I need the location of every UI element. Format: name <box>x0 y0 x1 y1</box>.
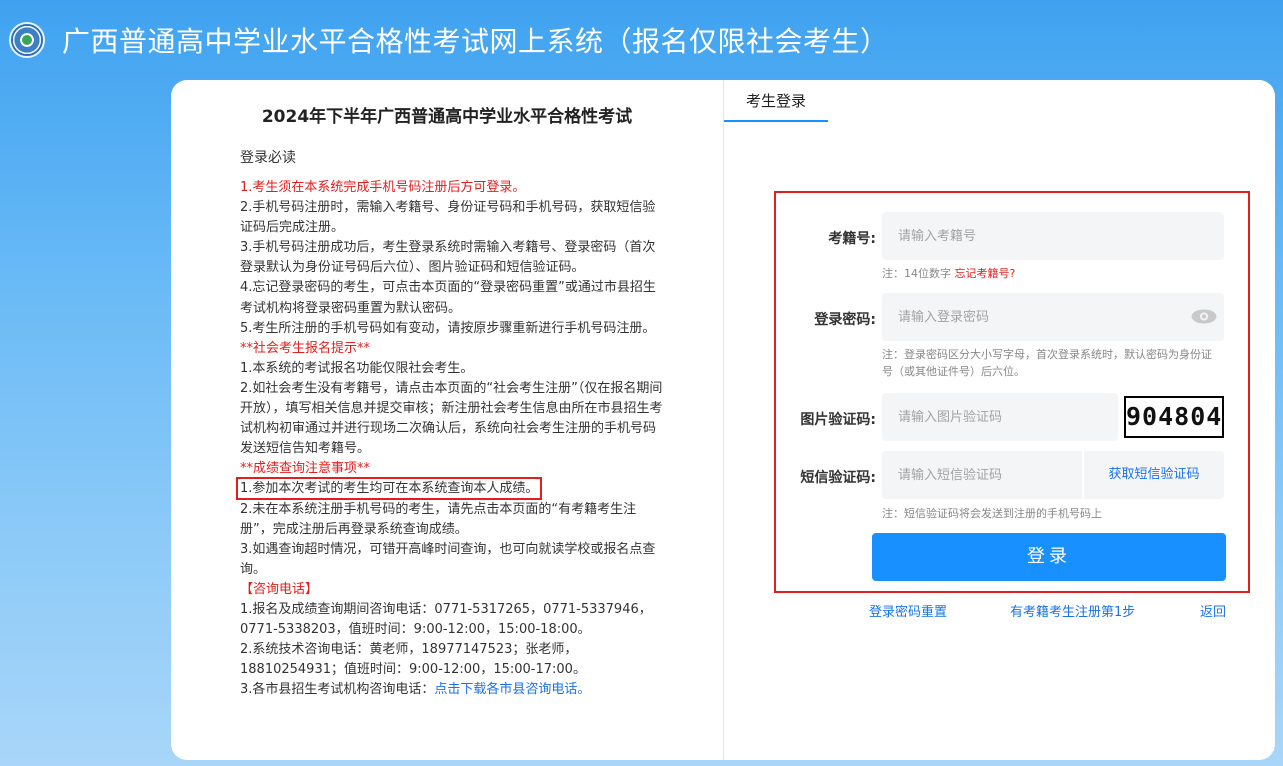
notice-section-heading: **社会考生报名提示** <box>240 340 371 356</box>
forgot-exam-id-link[interactable]: 忘记考籍号? <box>955 267 1016 280</box>
eye-icon[interactable] <box>1191 309 1217 324</box>
notice-line: 2.如社会考生没有考籍号，请点击本页面的“社会考生注册”（仅在报名期间开放），填… <box>240 380 663 457</box>
login-panel: 考生登录 考籍号: 注：14位数字 忘记考籍号? 登录密码: 注：登录密码区分大… <box>724 80 1275 760</box>
back-link[interactable]: 返回 <box>1200 601 1226 620</box>
exam-id-input[interactable] <box>882 212 1224 260</box>
highlight-box: 1.参加本次考试的考生均可在本系统查询本人成绩。 <box>235 477 543 501</box>
notice-line: 3.如遇查询超时情况，可错开高峰时间查询，也可向就读学校或报名点查询。 <box>240 541 656 577</box>
exam-id-hint: 注：14位数字 忘记考籍号? <box>882 265 1015 282</box>
university-logo-icon <box>9 22 45 58</box>
notice-line: 2.未在本系统注册手机号码的考生，请先点击本页面的“有考籍考生注册”，完成注册后… <box>240 501 637 537</box>
sms-input[interactable] <box>882 451 1082 499</box>
register-link[interactable]: 有考籍考生注册第1步 <box>1010 601 1135 620</box>
tab-student-login[interactable]: 考生登录 <box>724 80 828 122</box>
reset-password-link[interactable]: 登录密码重置 <box>869 601 947 620</box>
password-input[interactable] <box>882 293 1224 341</box>
captcha-text: 904804 <box>1126 402 1223 431</box>
exam-id-hint-text: 注：14位数字 <box>882 267 951 280</box>
login-form: 考籍号: 注：14位数字 忘记考籍号? 登录密码: 注：登录密码区分大小写字母，… <box>774 191 1250 593</box>
password-label: 登录密码: <box>814 312 876 328</box>
notice-line: 2.系统技术咨询电话：黄老师，18977147523；张老师，188102549… <box>240 642 586 678</box>
notice-line: 2.手机号码注册时，需输入考籍号、身份证号码和手机号码，获取短信验证码后完成注册… <box>240 200 656 236</box>
main-card: 2024年下半年广西普通高中学业水平合格性考试 登录必读 1.考生须在本系统完成… <box>171 80 1275 760</box>
notice-line: 1.报名及成绩查询期间咨询电话：0771-5317265，0771-533794… <box>240 601 652 638</box>
notice-section-heading: **成绩查询注意事项** <box>240 461 371 477</box>
captcha-input[interactable] <box>882 393 1118 441</box>
notice-line: 4.忘记登录密码的考生，可点击本页面的“登录密码重置”或通过市县招生考试机构将登… <box>240 280 656 316</box>
notice-line: 1.本系统的考试报名功能仅限社会考生。 <box>240 360 474 376</box>
notice-line: 5.考生所注册的手机号码如有变动，请按原步骤重新进行手机号码注册。 <box>240 320 656 336</box>
captcha-label: 图片验证码: <box>800 412 876 428</box>
notice-line: 3.各市县招生考试机构咨询电话：点击下载各市县咨询电话。 <box>240 680 666 700</box>
captcha-image[interactable]: 904804 <box>1124 396 1224 438</box>
site-title: 广西普通高中学业水平合格性考试网上系统（报名仅限社会考生） <box>62 25 889 58</box>
notice-subtitle: 登录必读 <box>240 150 296 166</box>
notice-body: 1.考生须在本系统完成手机号码注册后方可登录。 2.手机号码注册时，需输入考籍号… <box>235 178 666 700</box>
password-hint: 注：登录密码区分大小写字母，首次登录系统时，默认密码为身份证号（或其他证件号）后… <box>882 348 1212 378</box>
notice-section-heading: 【咨询电话】 <box>240 581 319 597</box>
notice-line: 1.考生须在本系统完成手机号码注册后方可登录。 <box>240 180 526 195</box>
page-header: 广西普通高中学业水平合格性考试网上系统（报名仅限社会考生） <box>0 0 1283 82</box>
notice-line-text: 3.各市县招生考试机构咨询电话： <box>240 682 435 698</box>
notice-panel: 2024年下半年广西普通高中学业水平合格性考试 登录必读 1.考生须在本系统完成… <box>171 80 723 760</box>
notice-title: 2024年下半年广西普通高中学业水平合格性考试 <box>261 107 633 127</box>
download-contacts-link[interactable]: 点击下载各市县咨询电话。 <box>434 682 590 697</box>
sms-hint: 注：短信验证码将会发送到注册的手机号码上 <box>882 507 1102 520</box>
get-sms-code-button[interactable]: 获取短信验证码 <box>1082 451 1224 499</box>
login-button[interactable]: 登录 <box>872 533 1226 581</box>
notice-line: 3.手机号码注册成功后，考生登录系统时需输入考籍号、登录密码（首次登录默认为身份… <box>240 240 656 276</box>
notice-line-highlighted: 1.参加本次考试的考生均可在本系统查询本人成绩。 <box>235 477 666 501</box>
exam-id-label: 考籍号: <box>828 231 876 247</box>
sms-label: 短信验证码: <box>800 470 876 486</box>
